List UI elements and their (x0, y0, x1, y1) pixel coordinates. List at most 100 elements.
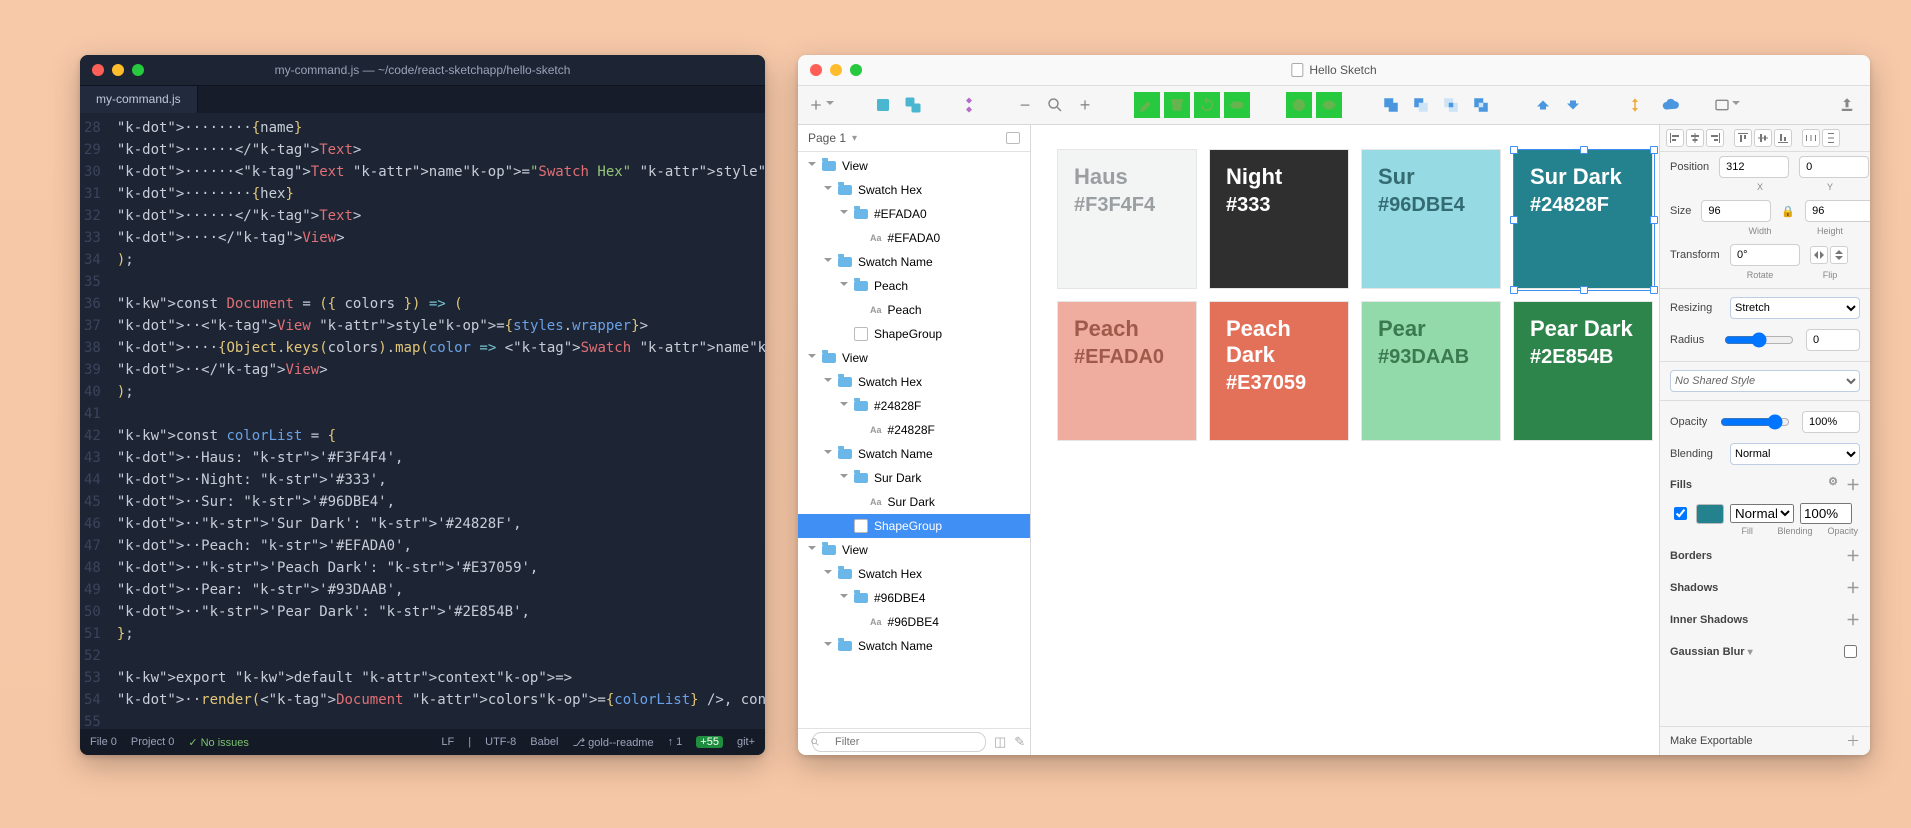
layer-row[interactable]: Swatch Hex (798, 178, 1030, 202)
layer-row[interactable]: Swatch Name (798, 634, 1030, 658)
swatch[interactable]: Pear#93DAAB (1361, 301, 1501, 441)
fill-opacity-input[interactable] (1800, 503, 1852, 524)
zoom-icon[interactable] (850, 64, 862, 76)
layer-row[interactable]: #EFADA0 (798, 202, 1030, 226)
radius-slider[interactable] (1724, 329, 1794, 351)
insert-button[interactable] (808, 92, 834, 118)
add-fill-button[interactable]: ＋ (1846, 475, 1860, 495)
zoom-icon[interactable] (1042, 92, 1068, 118)
lock-icon[interactable]: 🔒 (1781, 205, 1795, 218)
transform-icon[interactable] (1164, 92, 1190, 118)
fill-enabled-checkbox[interactable] (1674, 507, 1687, 520)
layer-row[interactable]: Peach (798, 274, 1030, 298)
disclosure-icon[interactable] (824, 378, 832, 386)
position-y-input[interactable] (1799, 156, 1869, 178)
flatten-icon[interactable] (1224, 92, 1250, 118)
swatch[interactable]: Sur#96DBE4 (1361, 149, 1501, 289)
align-top-icon[interactable] (1734, 129, 1752, 147)
symbol-icon[interactable] (956, 92, 982, 118)
layer-row[interactable]: ShapeGroup (798, 514, 1030, 538)
opacity-slider[interactable] (1720, 411, 1790, 433)
layer-row[interactable]: AaPeach (798, 298, 1030, 322)
flip-h-icon[interactable] (1810, 246, 1828, 264)
disclosure-icon[interactable] (840, 282, 848, 290)
position-x-input[interactable] (1719, 156, 1789, 178)
distribute-h-icon[interactable] (1802, 129, 1820, 147)
zoom-in-button[interactable]: + (1072, 92, 1098, 118)
disclosure-icon[interactable] (840, 210, 848, 218)
sb-branch[interactable]: ⎇ gold--readme (572, 736, 653, 749)
disclosure-icon[interactable] (824, 450, 832, 458)
disclosure-icon[interactable] (840, 402, 848, 410)
minimize-icon[interactable] (112, 64, 124, 76)
swatch[interactable]: Night#333 (1209, 149, 1349, 289)
sb-lang[interactable]: Babel (530, 736, 558, 748)
fill-color-chip[interactable] (1696, 504, 1724, 524)
disclosure-icon[interactable] (808, 162, 816, 170)
align-center-v-icon[interactable] (1754, 129, 1772, 147)
view-icon[interactable] (1714, 92, 1740, 118)
swatch[interactable]: Pear Dark#2E854B (1513, 301, 1653, 441)
layer-row[interactable]: Swatch Name (798, 442, 1030, 466)
layer-row[interactable]: Aa#EFADA0 (798, 226, 1030, 250)
page-selector[interactable]: Page 1 ▾ (798, 125, 1030, 152)
resizing-select[interactable]: Stretch (1730, 297, 1860, 319)
sketch-titlebar[interactable]: Hello Sketch (798, 55, 1870, 86)
layer-row[interactable]: Aa#96DBE4 (798, 610, 1030, 634)
backward-icon[interactable] (1560, 92, 1586, 118)
rotate-icon[interactable] (1194, 92, 1220, 118)
width-input[interactable] (1701, 200, 1771, 222)
layer-row[interactable]: View (798, 346, 1030, 370)
swatch[interactable]: Peach Dark#E37059 (1209, 301, 1349, 441)
rotate-input[interactable] (1730, 244, 1800, 266)
layer-row[interactable]: #96DBE4 (798, 586, 1030, 610)
group-icon[interactable] (870, 92, 896, 118)
layer-row[interactable]: AaSur Dark (798, 490, 1030, 514)
sb-incoming[interactable]: ↑ 1 (668, 736, 683, 748)
slice-filter-icon[interactable]: ◫ (994, 734, 1006, 750)
layer-row[interactable]: ShapeGroup (798, 322, 1030, 346)
mirror-icon[interactable] (1622, 92, 1648, 118)
gear-icon[interactable]: ⚙ (1828, 475, 1838, 495)
code-area[interactable]: 2829303132333435363738394041424344454647… (80, 113, 765, 729)
tab-file[interactable]: my-command.js (80, 86, 198, 114)
union-icon[interactable] (1378, 92, 1404, 118)
opacity-input[interactable] (1802, 411, 1860, 433)
close-icon[interactable] (810, 64, 822, 76)
sb-file[interactable]: File 0 (90, 736, 117, 748)
disclosure-icon[interactable] (808, 354, 816, 362)
selection-box[interactable] (1513, 149, 1655, 291)
align-left-icon[interactable] (1666, 129, 1684, 147)
align-center-h-icon[interactable] (1686, 129, 1704, 147)
flip-v-icon[interactable] (1830, 246, 1848, 264)
height-input[interactable] (1805, 200, 1870, 222)
disclosure-icon[interactable] (824, 258, 832, 266)
layer-tree[interactable]: ViewSwatch Hex#EFADA0Aa#EFADA0Swatch Nam… (798, 152, 1030, 728)
disclosure-icon[interactable] (840, 594, 848, 602)
layer-row[interactable]: View (798, 154, 1030, 178)
filter-input[interactable] (812, 732, 986, 752)
export-icon[interactable] (1834, 92, 1860, 118)
sb-lf[interactable]: LF (441, 736, 454, 748)
blending-select[interactable]: Normal (1730, 443, 1860, 465)
difference-icon[interactable] (1468, 92, 1494, 118)
disclosure-icon[interactable] (840, 474, 848, 482)
disclosure-icon[interactable] (824, 642, 832, 650)
zoom-out-button[interactable]: − (1012, 92, 1038, 118)
fill-blend-select[interactable]: Normal (1730, 504, 1794, 523)
close-icon[interactable] (92, 64, 104, 76)
align-bottom-icon[interactable] (1774, 129, 1792, 147)
forward-icon[interactable] (1530, 92, 1556, 118)
layer-row[interactable]: Swatch Name (798, 250, 1030, 274)
layer-row[interactable]: View (798, 538, 1030, 562)
mask-icon[interactable] (1286, 92, 1312, 118)
export-filter-icon[interactable]: ✎ (1014, 734, 1025, 750)
zoom-icon[interactable] (132, 64, 144, 76)
disclosure-icon[interactable] (824, 570, 832, 578)
layer-row[interactable]: Swatch Hex (798, 370, 1030, 394)
subtract-icon[interactable] (1408, 92, 1434, 118)
add-border-button[interactable]: ＋ (1846, 546, 1860, 566)
disclosure-icon[interactable] (824, 186, 832, 194)
sb-issues[interactable]: ✓ No issues (188, 736, 249, 749)
swatch[interactable]: Peach#EFADA0 (1057, 301, 1197, 441)
